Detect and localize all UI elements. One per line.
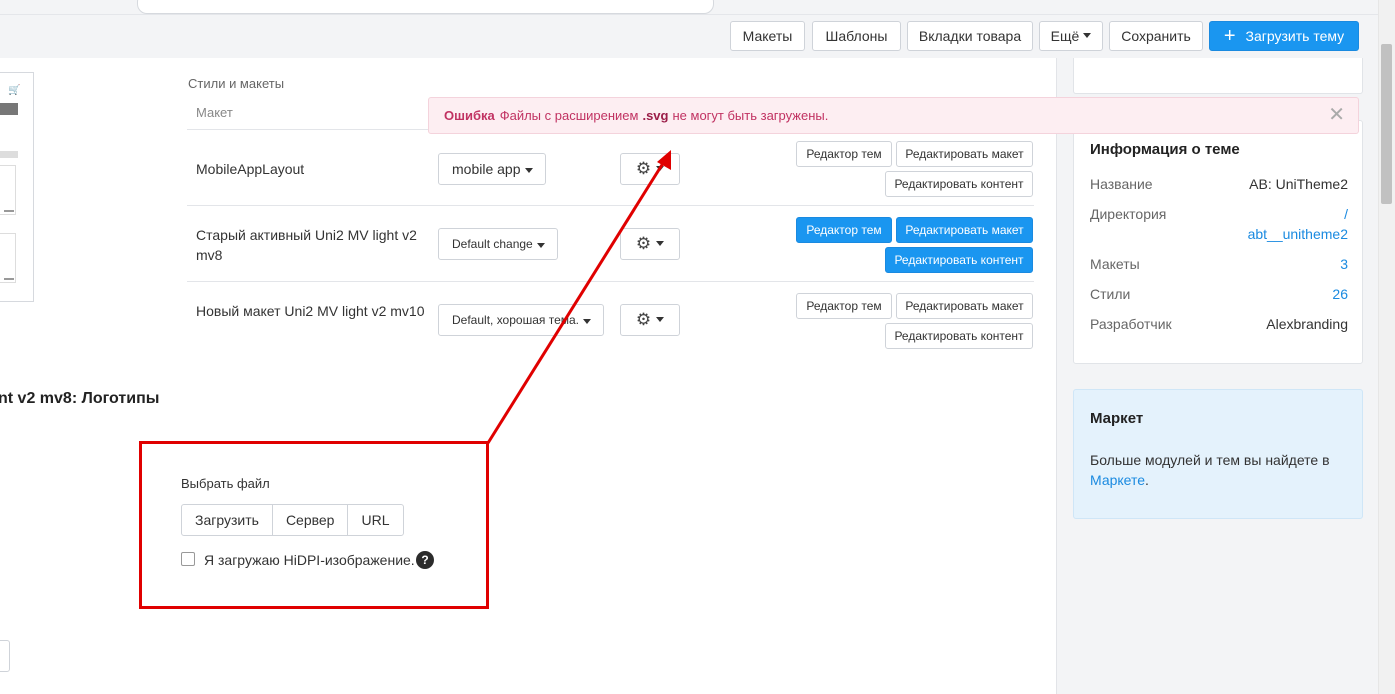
annotation-arrow: [486, 150, 671, 444]
